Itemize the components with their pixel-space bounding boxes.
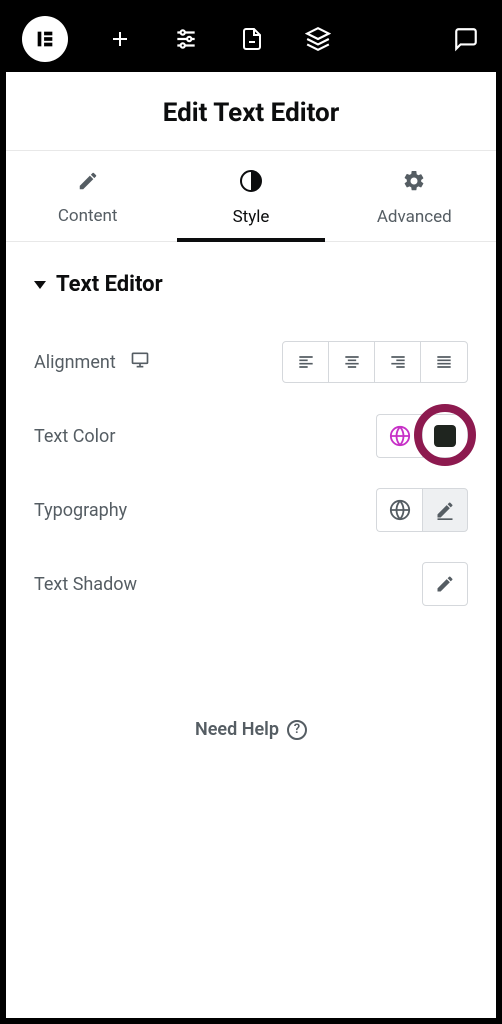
caret-down-icon — [34, 281, 46, 289]
edit-text-shadow-button[interactable] — [422, 562, 468, 606]
desktop-icon[interactable] — [130, 350, 150, 375]
align-justify-button[interactable] — [421, 342, 467, 382]
tab-label: Advanced — [377, 207, 452, 227]
section-toggle[interactable]: Text Editor — [34, 272, 468, 297]
panel-header: Edit Text Editor — [6, 72, 496, 151]
align-center-button[interactable] — [329, 342, 375, 382]
gear-icon — [402, 169, 426, 197]
align-left-button[interactable] — [283, 342, 329, 382]
pencil-icon — [435, 574, 455, 594]
tab-content[interactable]: Content — [6, 151, 169, 241]
global-color-button[interactable] — [376, 414, 422, 458]
tab-advanced[interactable]: Advanced — [333, 151, 496, 241]
settings-sliders-button[interactable] — [172, 25, 200, 53]
control-label: Alignment — [34, 352, 116, 373]
global-typography-button[interactable] — [376, 488, 422, 532]
tabs: Content Style Advanced — [6, 151, 496, 242]
globe-icon — [389, 425, 411, 447]
half-circle-icon — [239, 169, 263, 197]
align-right-button[interactable] — [375, 342, 421, 382]
elementor-logo[interactable] — [22, 16, 68, 62]
comment-button[interactable] — [452, 25, 480, 53]
color-swatch-button[interactable] — [422, 414, 468, 458]
pencil-icon — [77, 170, 99, 196]
typography-control: Typography — [34, 485, 468, 535]
add-element-button[interactable] — [106, 25, 134, 53]
page-title: Edit Text Editor — [6, 98, 496, 128]
layers-button[interactable] — [304, 25, 332, 53]
editor-panel: Edit Text Editor Content Style Advanced … — [6, 6, 496, 1018]
topbar — [6, 6, 496, 72]
tab-style[interactable]: Style — [169, 151, 332, 241]
content-area: Text Editor Alignment Text Color — [6, 242, 496, 1018]
color-swatch — [434, 425, 456, 447]
globe-icon — [389, 499, 411, 521]
elementor-logo-icon — [34, 28, 56, 50]
pencil-underline-icon — [435, 500, 455, 520]
help-label: Need Help — [195, 719, 279, 740]
edit-typography-button[interactable] — [422, 488, 468, 532]
alignment-buttons — [282, 341, 468, 383]
text-color-control: Text Color — [34, 411, 468, 461]
control-label: Text Shadow — [34, 574, 137, 595]
need-help-link[interactable]: Need Help ? — [34, 719, 468, 740]
section-title: Text Editor — [56, 272, 163, 297]
text-shadow-control: Text Shadow — [34, 559, 468, 609]
control-label: Typography — [34, 500, 127, 521]
document-button[interactable] — [238, 25, 266, 53]
tab-label: Content — [58, 206, 118, 226]
help-icon: ? — [287, 720, 307, 740]
alignment-control: Alignment — [34, 337, 468, 387]
tab-label: Style — [233, 207, 270, 227]
control-label: Text Color — [34, 426, 115, 447]
